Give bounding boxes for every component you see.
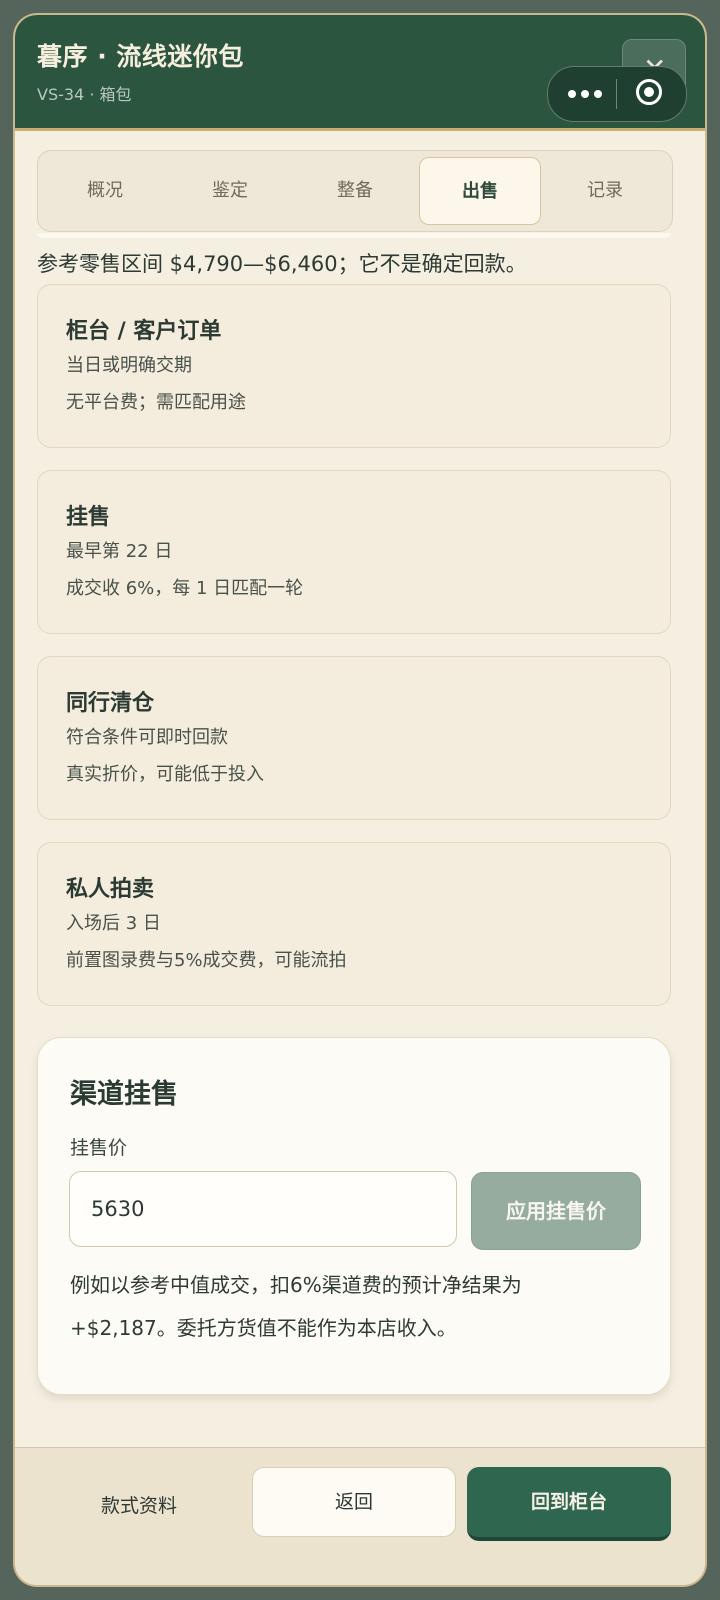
tab-refurbish[interactable]: 整备 (294, 157, 416, 225)
tab-records[interactable]: 记录 (544, 157, 666, 225)
channel-title: 私人拍卖 (66, 877, 155, 902)
channel-title: 柜台 / 客户订单 (66, 319, 222, 344)
return-to-counter-button[interactable]: 回到柜台 (467, 1467, 671, 1541)
channel-fee: 真实折价，可能低于投入 (66, 764, 264, 785)
channel-card-trade-clearance[interactable]: 同行清仓 符合条件可即时回款 真实折价，可能低于投入 (37, 656, 671, 820)
tab-authentication[interactable]: 鉴定 (169, 157, 291, 225)
back-button[interactable]: 返回 (252, 1467, 456, 1537)
channel-timing: 当日或明确交期 (66, 355, 192, 376)
channel-card-counter[interactable]: 柜台 / 客户订单 当日或明确交期 无平台费；需匹配用途 (37, 284, 671, 448)
channel-timing: 符合条件可即时回款 (66, 727, 228, 748)
listing-price-label: 挂售价 (70, 1137, 128, 1159)
mini-program-capsule (547, 66, 687, 122)
channel-timing: 入场后 3 日 (66, 913, 161, 934)
tab-bar: 概况 鉴定 整备 出售 记录 (37, 150, 673, 232)
apply-price-button[interactable]: 应用挂售价 (471, 1172, 641, 1250)
tab-bar-shadow (37, 233, 671, 238)
channel-title: 挂售 (66, 505, 111, 530)
more-dots-icon[interactable] (568, 85, 602, 103)
item-subtitle: VS-34 · 箱包 (37, 85, 132, 104)
style-info-link[interactable]: 款式资料 (59, 1486, 219, 1526)
channel-title: 同行清仓 (66, 691, 155, 716)
listing-estimate-note: 例如以参考中值成交，扣6%渠道费的预计净结果为 +$2,187。委托方货值不能作… (70, 1273, 522, 1340)
page-title: 暮序 · 流线迷你包 (37, 42, 244, 71)
listing-price-input[interactable] (69, 1171, 457, 1247)
capsule-divider (616, 79, 617, 109)
tab-overview[interactable]: 概况 (44, 157, 166, 225)
tab-sell[interactable]: 出售 (419, 157, 541, 225)
channel-timing: 最早第 22 日 (66, 541, 173, 562)
channel-fee: 无平台费；需匹配用途 (66, 392, 246, 413)
footer-bar: 款式资料 返回 回到柜台 (15, 1447, 705, 1585)
reference-range-hint: 参考零售区间 $4,790—$6,460；它不是确定回款。 (37, 252, 527, 276)
channel-card-private-auction[interactable]: 私人拍卖 入场后 3 日 前置图录费与5%成交费，可能流拍 (37, 842, 671, 1006)
listing-panel-title: 渠道挂售 (70, 1079, 178, 1110)
listing-panel: 渠道挂售 挂售价 应用挂售价 例如以参考中值成交，扣6%渠道费的预计净结果为 +… (37, 1037, 671, 1395)
dialog-sheet: 暮序 · 流线迷你包 VS-34 · 箱包 ✕ 概况 鉴定 整备 出售 记录 参… (15, 15, 705, 1585)
channel-fee: 前置图录费与5%成交费，可能流拍 (66, 950, 347, 971)
header-bar: 暮序 · 流线迷你包 VS-34 · 箱包 ✕ (15, 15, 705, 131)
target-icon[interactable] (636, 79, 662, 105)
channel-card-listing[interactable]: 挂售 最早第 22 日 成交收 6%，每 1 日匹配一轮 (37, 470, 671, 634)
channel-fee: 成交收 6%，每 1 日匹配一轮 (66, 578, 304, 599)
